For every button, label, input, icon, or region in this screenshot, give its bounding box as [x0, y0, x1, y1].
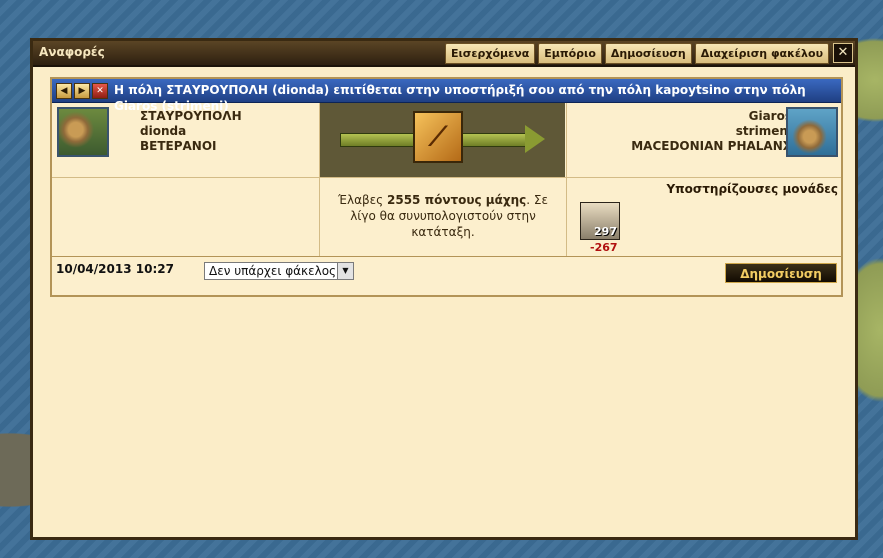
- attacker-units-cell: [52, 178, 320, 257]
- reports-window: Αναφορές Εισερχόμενα Εμπόριο Δημοσίευση …: [30, 38, 858, 540]
- tab-folder-management[interactable]: Διαχείριση φακέλου: [694, 43, 829, 64]
- attack-arrow: ⟋: [340, 111, 546, 167]
- battle-points-message: Έλαβες 2555 πόντους μάχης. Σε λίγο θα συ…: [328, 192, 558, 240]
- defender-alliance-link[interactable]: MACEDONIAN PHALANX: [631, 139, 792, 153]
- tab-publish[interactable]: Δημοσίευση: [604, 43, 692, 64]
- points-cell: Έλαβες 2555 πόντους μάχης. Σε λίγο θα συ…: [320, 178, 565, 257]
- points-value: 2555 πόντους μάχης: [387, 193, 527, 207]
- folder-select[interactable]: Δεν υπάρχει φάκελος ▼: [204, 262, 354, 280]
- attacker-cell: ΣΤΑΥΡΟΥΠΟΛΗ dionda ΒΕΤΕΡΑΝΟΙ: [52, 103, 320, 177]
- tab-bar: Εισερχόμενα Εμπόριο Δημοσίευση Διαχείρισ…: [445, 43, 829, 64]
- window-titlebar: Αναφορές Εισερχόμενα Εμπόριο Δημοσίευση …: [33, 41, 855, 67]
- unit-count: 297: [594, 225, 617, 238]
- folder-select-value: Δεν υπάρχει φάκελος: [209, 264, 337, 278]
- attacker-info: ΣΤΑΥΡΟΥΠΟΛΗ dionda ΒΕΤΕΡΑΝΟΙ: [140, 109, 242, 154]
- supporting-units-title: Υποστηρίζουσες μονάδες: [666, 182, 838, 196]
- attacker-town-link[interactable]: ΣΤΑΥΡΟΥΠΟΛΗ: [140, 109, 242, 123]
- details-row: Έλαβες 2555 πόντους μάχης. Σε λίγο θα συ…: [52, 177, 841, 257]
- report-date: 10/04/2013 10:27: [56, 262, 174, 276]
- chevron-down-icon[interactable]: ▼: [337, 263, 353, 279]
- ship-unit-icon[interactable]: 297: [580, 202, 620, 240]
- attacker-town-image[interactable]: [57, 107, 109, 157]
- window-title: Αναφορές: [39, 45, 105, 59]
- report-footer: 10/04/2013 10:27 Δεν υπάρχει φάκελος ▼ Δ…: [52, 256, 841, 296]
- battle-row: ΣΤΑΥΡΟΥΠΟΛΗ dionda ΒΕΤΕΡΑΝΟΙ ⟋ Giaros st…: [52, 103, 841, 177]
- spear-attack-icon: ⟋: [413, 111, 463, 163]
- report-panel: ◀ ▶ ✕ Η πόλη ΣΤΑΥΡΟΥΠΟΛΗ (dionda) επιτίθ…: [50, 77, 843, 297]
- defender-info: Giaros strimeni MACEDONIAN PHALANX: [631, 109, 792, 154]
- defender-cell: Giaros strimeni MACEDONIAN PHALANX: [566, 103, 842, 177]
- defender-player-link[interactable]: strimeni: [736, 124, 792, 138]
- attack-visual: ⟋: [320, 103, 565, 177]
- report-header: ◀ ▶ ✕ Η πόλη ΣΤΑΥΡΟΥΠΟΛΗ (dionda) επιτίθ…: [52, 79, 841, 113]
- supporting-units-cell: Υποστηρίζουσες μονάδες 297 -267: [566, 178, 842, 257]
- tab-inbox[interactable]: Εισερχόμενα: [445, 43, 536, 64]
- attacker-alliance-link[interactable]: ΒΕΤΕΡΑΝΟΙ: [140, 139, 217, 153]
- unit-loss: -267: [590, 241, 618, 254]
- report-nav: ◀ ▶ ✕: [56, 83, 108, 99]
- arrow-head: [525, 125, 545, 153]
- prev-report-button[interactable]: ◀: [56, 83, 72, 99]
- tab-trade[interactable]: Εμπόριο: [538, 43, 602, 64]
- close-icon[interactable]: ✕: [833, 43, 853, 63]
- delete-report-button[interactable]: ✕: [92, 83, 108, 99]
- publish-button[interactable]: Δημοσίευση: [725, 263, 837, 283]
- attacker-player-link[interactable]: dionda: [140, 124, 186, 138]
- next-report-button[interactable]: ▶: [74, 83, 90, 99]
- defender-town-image[interactable]: [786, 107, 838, 157]
- points-prefix: Έλαβες: [338, 193, 384, 207]
